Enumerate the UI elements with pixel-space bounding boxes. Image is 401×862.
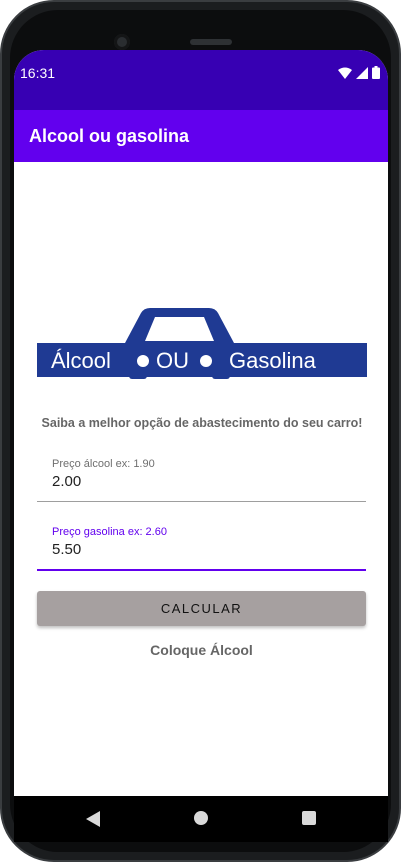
tagline: Saiba a melhor opção de abastecimento do… [41,416,363,430]
front-camera [114,34,130,50]
app-bar: Alcool ou gasolina [14,110,388,162]
phone-screen: 16:31 Alcool ou gasolina Álcool OU Gasol… [14,50,388,832]
status-bar: 16:31 [14,50,388,110]
alcool-price-label: Preço álcool ex: 1.90 [52,458,155,470]
app-title: Alcool ou gasolina [29,126,190,146]
alcool-ou-gasolina-logo: Álcool OU Gasolina [37,308,367,379]
wifi-icon [338,67,352,79]
battery-icon [372,66,380,79]
gasolina-price-input[interactable]: 5.50 [52,541,81,558]
earpiece-speaker [190,39,232,45]
calcular-button[interactable]: CALCULAR [37,591,366,626]
home-circle-icon[interactable] [194,811,208,825]
alcool-price-input[interactable]: 2.00 [52,473,81,490]
gasolina-price-field[interactable]: Preço gasolina ex: 2.60 5.50 [37,520,366,571]
logo-text-alcool: Álcool [51,348,111,373]
back-triangle-icon[interactable] [86,811,100,827]
logo-text-ou: OU [156,348,189,373]
navigation-bar [14,796,388,842]
logo-text-gasolina: Gasolina [229,348,317,373]
result-text: Coloque Álcool [150,642,253,658]
recents-square-icon[interactable] [302,811,316,825]
status-time: 16:31 [20,65,56,81]
status-icons [338,66,380,79]
alcool-price-field[interactable]: Preço álcool ex: 1.90 2.00 [37,452,366,502]
signal-icon [356,66,368,79]
gasolina-price-label: Preço gasolina ex: 2.60 [52,526,167,538]
